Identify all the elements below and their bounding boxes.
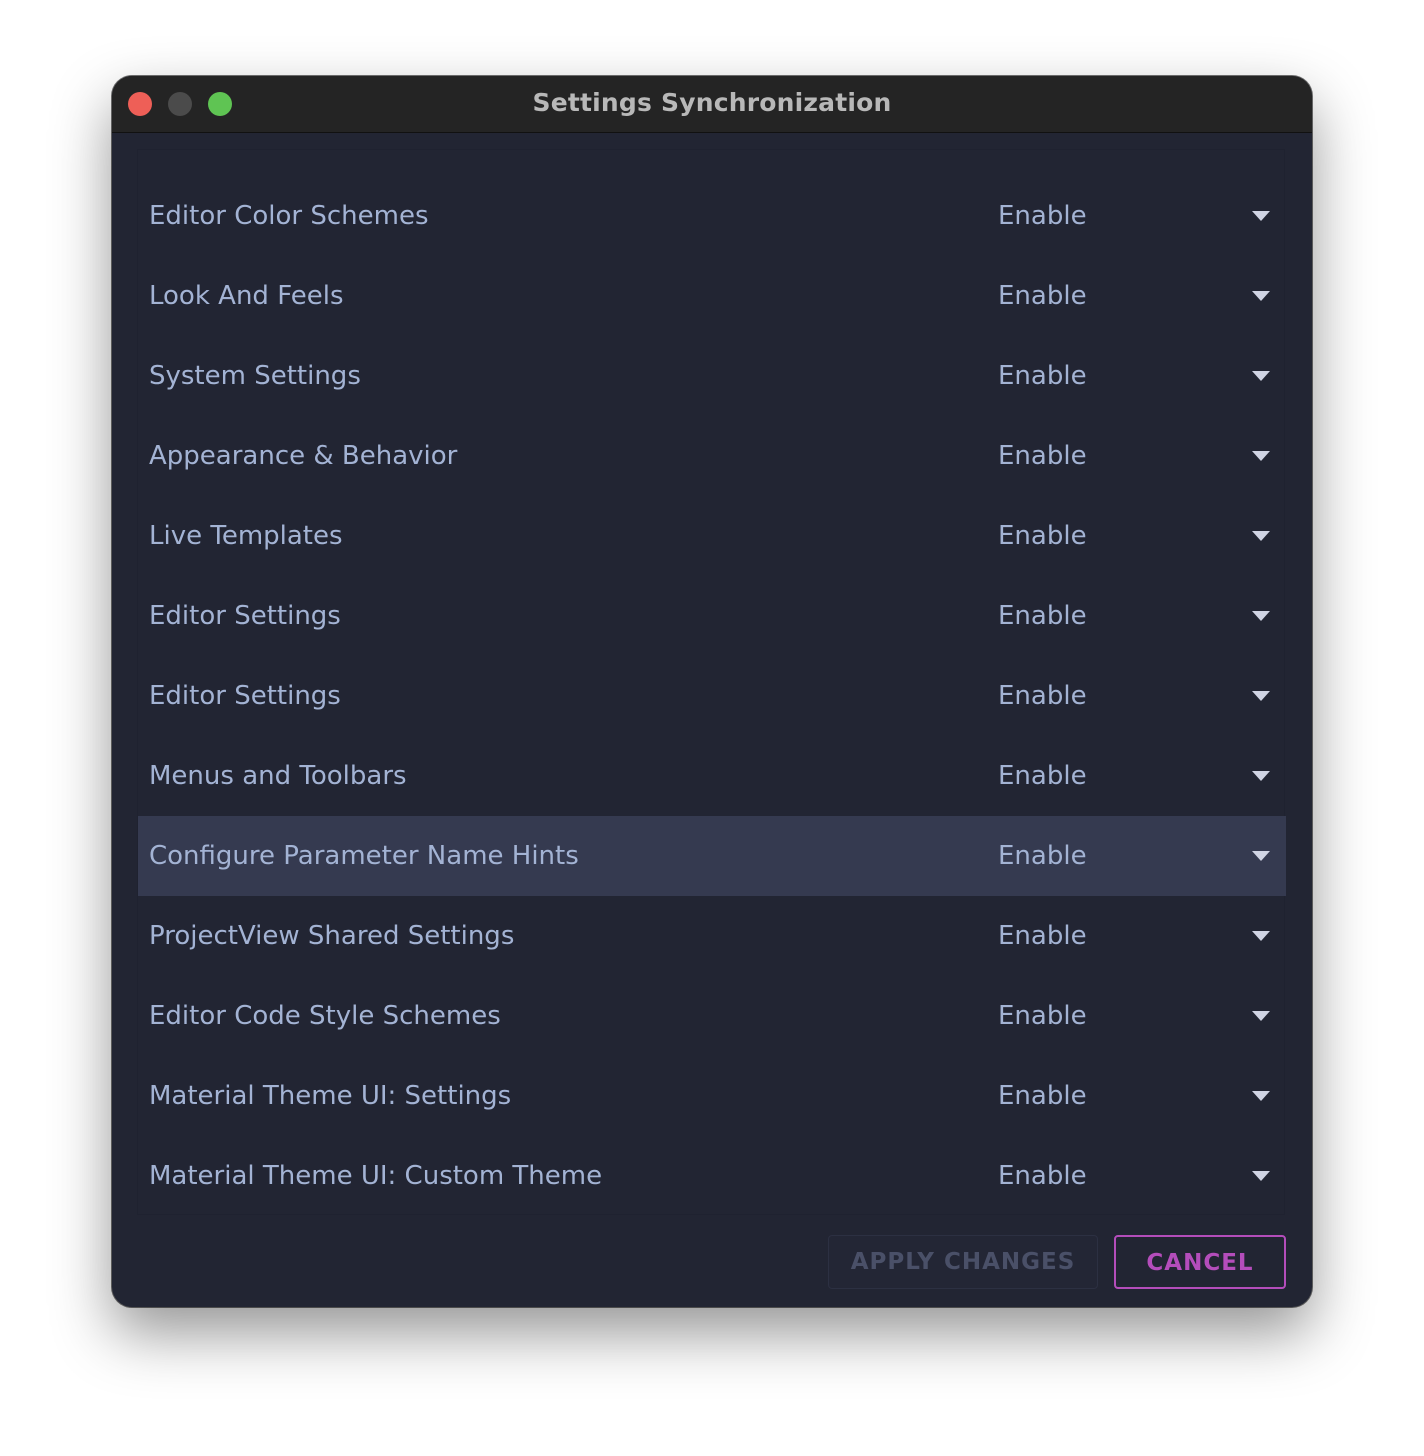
apply-changes-button[interactable]: APPLY CHANGES — [828, 1235, 1098, 1289]
chevron-down-icon[interactable] — [1252, 451, 1270, 461]
settings-row[interactable]: Material Theme UI: Custom Theme Enable — [138, 1136, 1286, 1216]
chevron-down-icon[interactable] — [1252, 211, 1270, 221]
setting-value-dropdown[interactable]: Enable — [998, 416, 1087, 496]
settings-row[interactable]: Configure Parameter Name Hints Enable — [138, 816, 1286, 896]
setting-value-dropdown[interactable]: Enable — [998, 896, 1087, 976]
setting-label: Editor Code Style Schemes — [149, 976, 501, 1056]
setting-label: Menus and Toolbars — [149, 736, 407, 816]
chevron-down-icon[interactable] — [1252, 1091, 1270, 1101]
setting-label: Material Theme UI: Settings — [149, 1056, 511, 1136]
setting-label: Configure Parameter Name Hints — [149, 816, 579, 896]
chevron-down-icon[interactable] — [1252, 611, 1270, 621]
setting-value-dropdown[interactable]: Enable — [998, 336, 1087, 416]
chevron-down-icon[interactable] — [1252, 371, 1270, 381]
settings-row[interactable]: Appearance & Behavior Enable — [138, 416, 1286, 496]
setting-label: System Settings — [149, 336, 361, 416]
setting-label: Appearance & Behavior — [149, 416, 457, 496]
settings-row[interactable]: Material Theme UI: Settings Enable — [138, 1056, 1286, 1136]
settings-row[interactable]: Live Templates Enable — [138, 496, 1286, 576]
chevron-down-icon[interactable] — [1252, 771, 1270, 781]
settings-row[interactable]: Menus and Toolbars Enable — [138, 736, 1286, 816]
settings-row[interactable]: Editor Settings Enable — [138, 576, 1286, 656]
cancel-button[interactable]: CANCEL — [1114, 1235, 1286, 1289]
settings-list: Editor Color SchemesEnableLook And Feels… — [137, 149, 1285, 1215]
settings-row[interactable]: Editor Code Style Schemes Enable — [138, 976, 1286, 1056]
setting-value-dropdown[interactable]: Enable — [998, 256, 1087, 336]
window-title: Settings Synchronization — [112, 76, 1312, 132]
settings-row[interactable]: ProjectView Shared Settings Enable — [138, 896, 1286, 976]
chevron-down-icon[interactable] — [1252, 531, 1270, 541]
setting-label: Look And Feels — [149, 256, 344, 336]
chevron-down-icon[interactable] — [1252, 1011, 1270, 1021]
chevron-down-icon[interactable] — [1252, 291, 1270, 301]
setting-label: Editor Settings — [149, 576, 341, 656]
setting-value-dropdown[interactable]: Enable — [998, 976, 1087, 1056]
setting-value-dropdown[interactable]: Enable — [998, 176, 1087, 256]
chevron-down-icon[interactable] — [1252, 1171, 1270, 1181]
chevron-down-icon[interactable] — [1252, 931, 1270, 941]
setting-label: Material Theme UI: Custom Theme — [149, 1136, 602, 1216]
setting-label: Live Templates — [149, 496, 343, 576]
settings-row[interactable]: Editor Color Schemes Enable — [138, 176, 1286, 256]
setting-label: Editor Settings — [149, 656, 341, 736]
setting-value-dropdown[interactable]: Enable — [998, 1056, 1087, 1136]
chevron-down-icon[interactable] — [1252, 691, 1270, 701]
title-bar[interactable]: Settings Synchronization — [112, 76, 1312, 133]
settings-sync-window: Settings Synchronization Editor Color Sc… — [112, 76, 1312, 1307]
setting-label: Editor Color Schemes — [149, 176, 429, 256]
setting-value-dropdown[interactable]: Enable — [998, 576, 1087, 656]
setting-label: ProjectView Shared Settings — [149, 896, 514, 976]
settings-row[interactable]: Editor Settings Enable — [138, 656, 1286, 736]
chevron-down-icon[interactable] — [1252, 851, 1270, 861]
setting-value-dropdown[interactable]: Enable — [998, 656, 1087, 736]
settings-row[interactable]: System Settings Enable — [138, 336, 1286, 416]
setting-value-dropdown[interactable]: Enable — [998, 496, 1087, 576]
settings-row[interactable]: Look And Feels Enable — [138, 256, 1286, 336]
setting-value-dropdown[interactable]: Enable — [998, 736, 1087, 816]
setting-value-dropdown[interactable]: Enable — [998, 1136, 1087, 1216]
setting-value-dropdown[interactable]: Enable — [998, 816, 1087, 896]
